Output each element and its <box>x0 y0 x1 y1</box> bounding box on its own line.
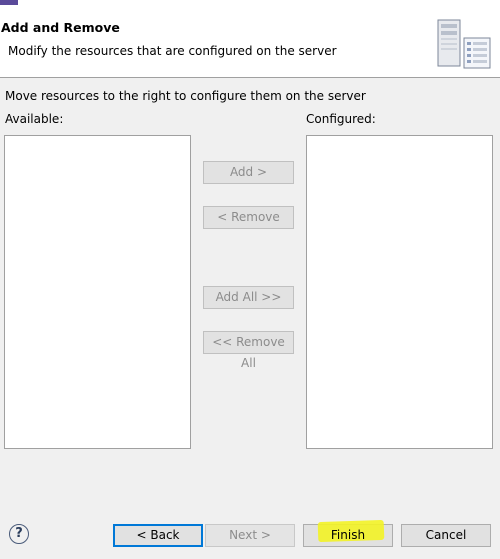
add-all-button[interactable]: Add All >> <box>203 286 294 309</box>
finish-button-label: Finish <box>330 528 366 542</box>
add-button[interactable]: Add > <box>203 161 294 184</box>
remove-button[interactable]: < Remove <box>203 206 294 229</box>
available-label: Available: <box>5 112 64 126</box>
instructions-text: Move resources to the right to configure… <box>5 89 366 103</box>
add-remove-dialog: Add and Remove Modify the resources that… <box>0 0 500 559</box>
configured-list[interactable] <box>306 135 493 449</box>
configured-label: Configured: <box>306 112 376 126</box>
available-list[interactable] <box>4 135 191 449</box>
page-title: Add and Remove <box>1 20 120 35</box>
page-description: Modify the resources that are configured… <box>8 44 337 58</box>
app-icon <box>0 0 18 5</box>
back-button[interactable]: < Back <box>113 524 203 547</box>
server-icon <box>437 19 491 69</box>
remove-all-button[interactable]: << Remove All <box>203 331 294 370</box>
help-icon[interactable]: ? <box>9 524 29 544</box>
header-banner: Add and Remove Modify the resources that… <box>0 0 500 78</box>
next-button[interactable]: Next > <box>205 524 295 547</box>
cancel-button[interactable]: Cancel <box>401 524 491 547</box>
